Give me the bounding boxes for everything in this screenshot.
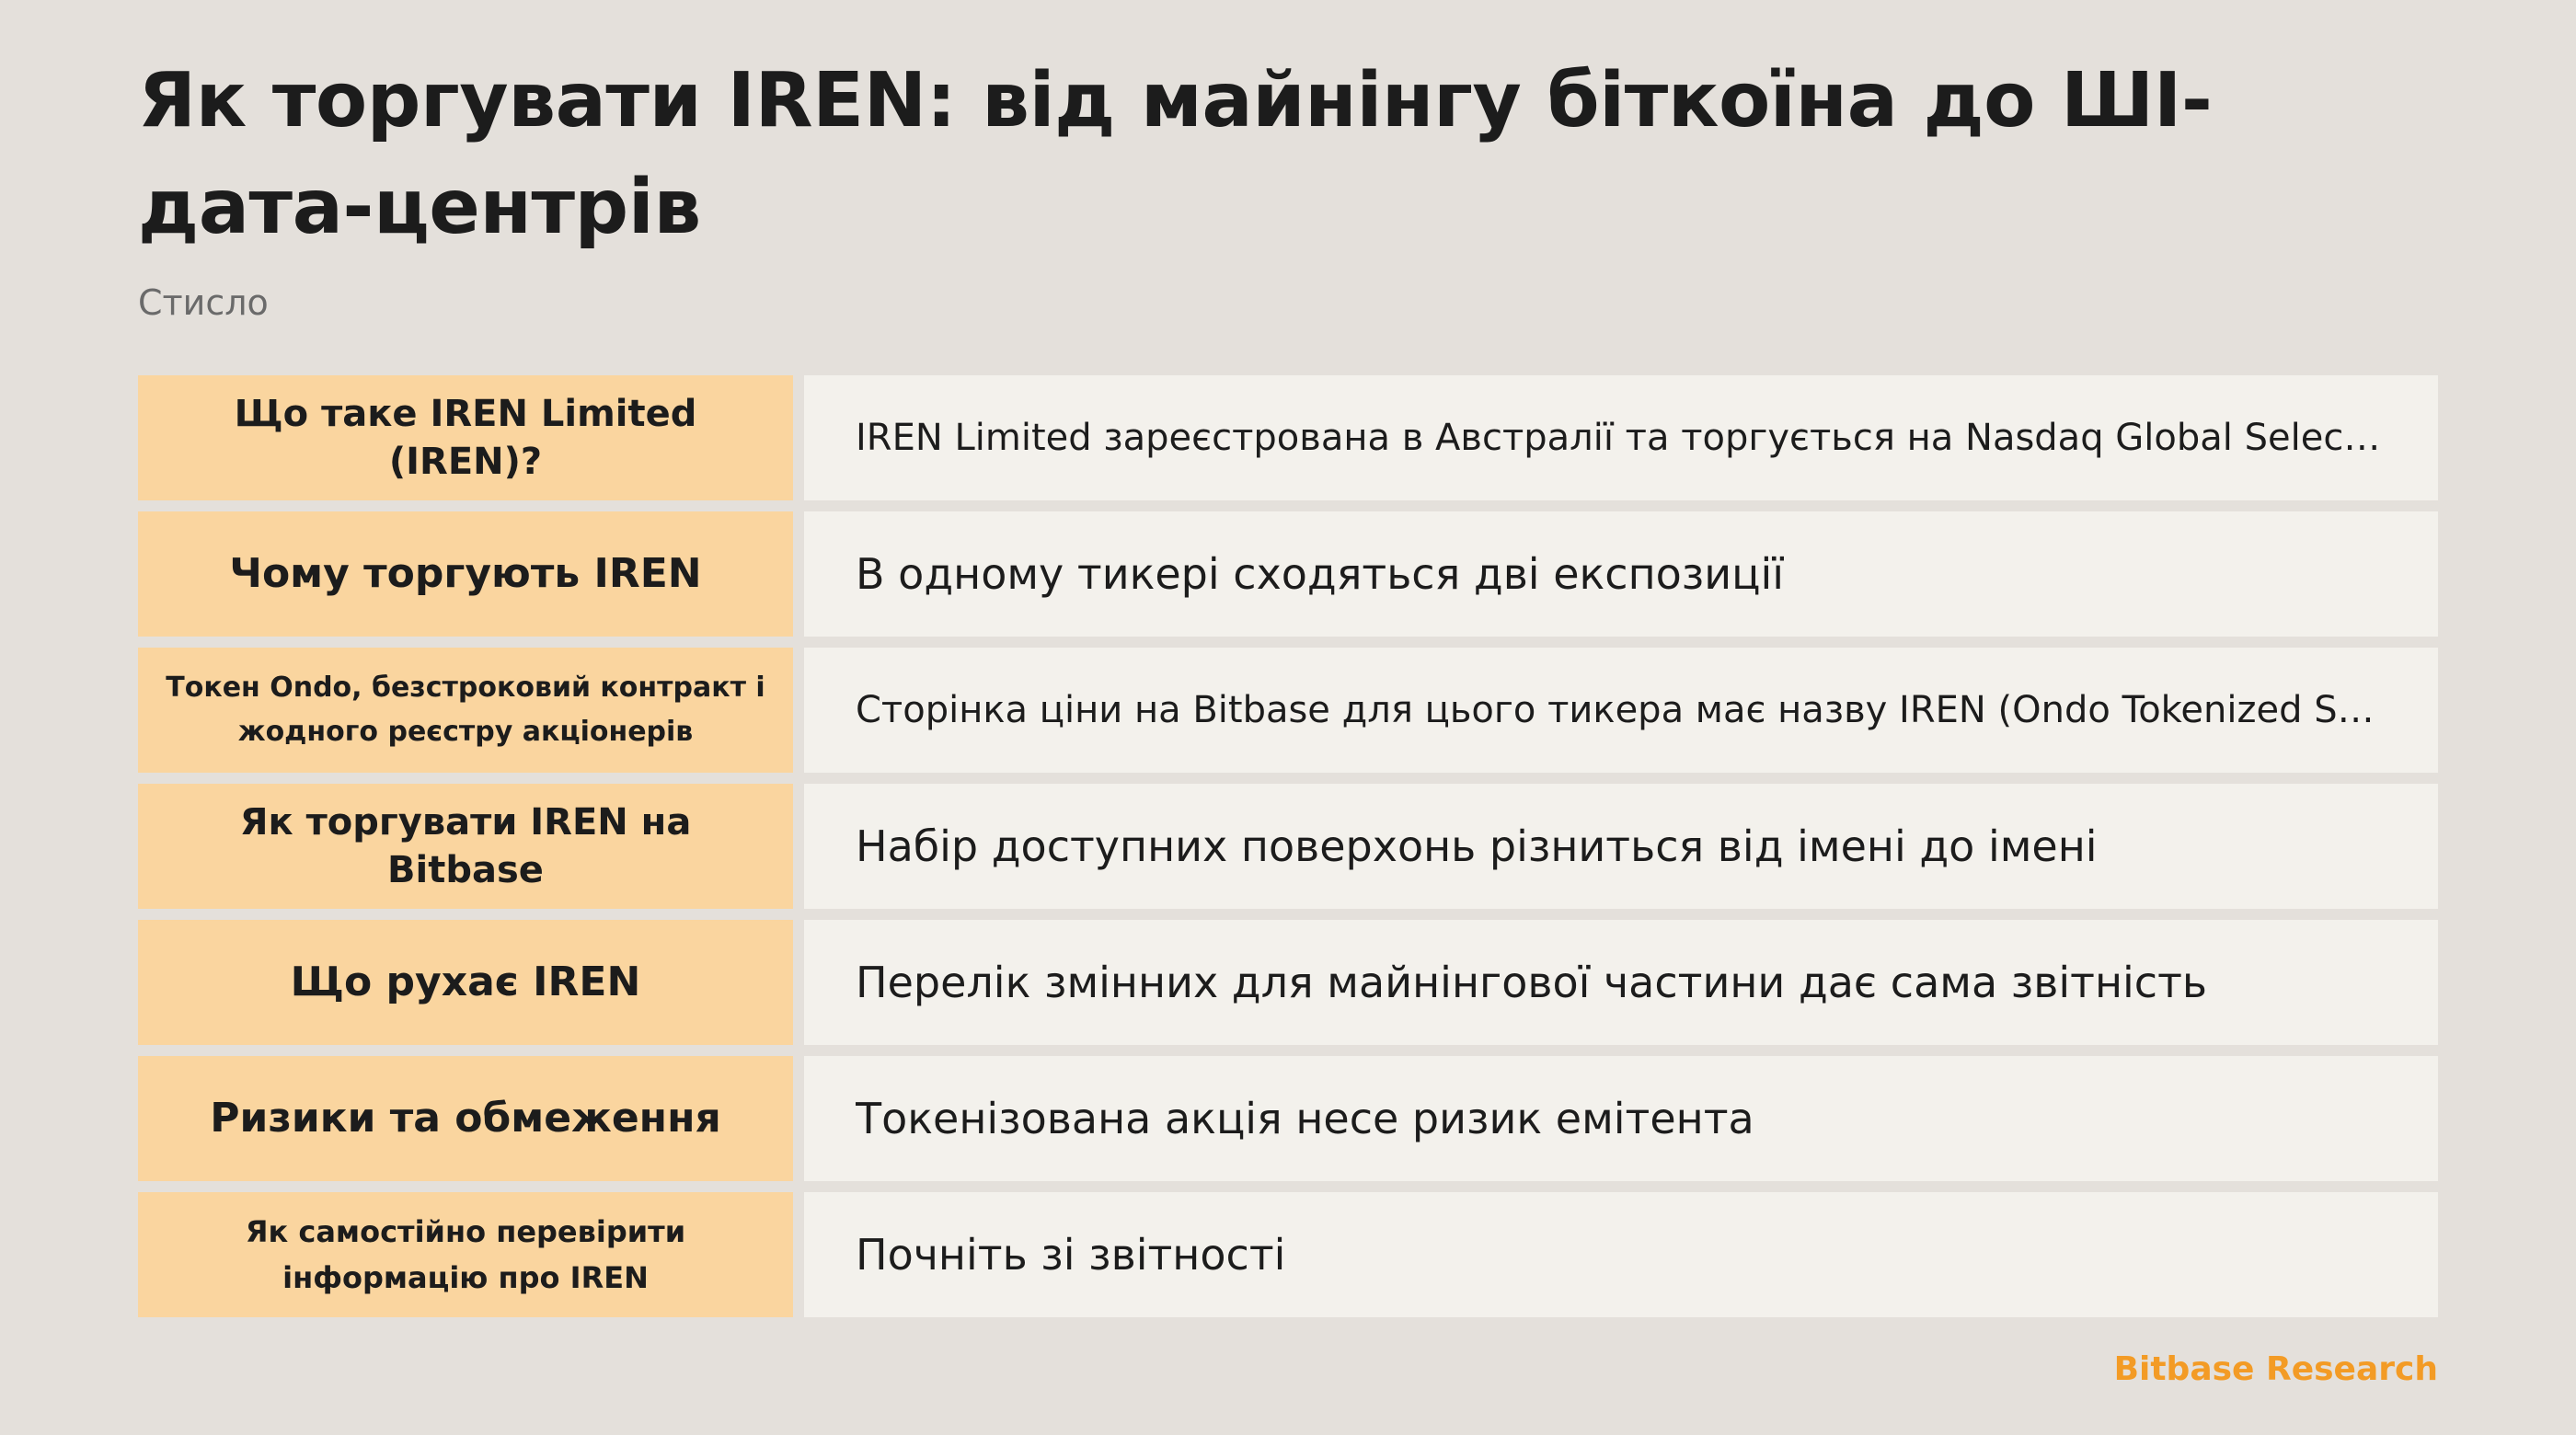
page-subtitle: Стисло [138,282,269,323]
row-value: Почніть зі звітності [804,1192,2438,1317]
row-value-text: Токенізована акція несе ризик емітента [856,1094,1754,1143]
row-value: Перелік змінних для майнінгової частини … [804,920,2438,1045]
row-label: Як самостійно перевірити інформацію про … [138,1192,793,1317]
row-value: В одному тикері сходяться дві експозиції [804,511,2438,637]
row-label: Що таке IREN Limited (IREN)? [138,375,793,500]
slide: Як торгувати IREN: від майнінгу біткоїна… [138,0,2438,1435]
table-row: Як самостійно перевірити інформацію про … [138,1192,2438,1317]
row-label: Токен Ondo, безстроковий контракт і жодн… [138,648,793,773]
table-row: Як торгувати IREN на Bitbase Набір досту… [138,784,2438,909]
table-row: Токен Ondo, безстроковий контракт і жодн… [138,648,2438,773]
summary-table: Що таке IREN Limited (IREN)? IREN Limite… [138,375,2438,1317]
table-row: Що рухає IREN Перелік змінних для майнін… [138,920,2438,1045]
row-value-text: IREN Limited зареєстрована в Австралії т… [856,417,2386,459]
row-value: IREN Limited зареєстрована в Австралії т… [804,375,2438,500]
row-label: Як торгувати IREN на Bitbase [138,784,793,909]
row-value: Токенізована акція несе ризик емітента [804,1056,2438,1181]
row-value-text: Набір доступних поверхонь різниться від … [856,821,2098,871]
table-row: Чому торгують IREN В одному тикері сходя… [138,511,2438,637]
row-value-text: В одному тикері сходяться дві експозиції [856,549,1785,599]
row-value-text: Перелік змінних для майнінгової частини … [856,958,2207,1007]
row-label: Ризики та обмеження [138,1056,793,1181]
table-row: Що таке IREN Limited (IREN)? IREN Limite… [138,375,2438,500]
row-value-text: Почніть зі звітності [856,1230,1286,1280]
brand-footer: Bitbase Research [2113,1350,2438,1388]
row-value: Набір доступних поверхонь різниться від … [804,784,2438,909]
row-value: Сторінка ціни на Bitbase для цього тикер… [804,648,2438,773]
row-value-text: Сторінка ціни на Bitbase для цього тикер… [856,689,2386,731]
page-title: Як торгувати IREN: від майнінгу біткоїна… [138,57,2213,251]
table-row: Ризики та обмеження Токенізована акція н… [138,1056,2438,1181]
row-label: Чому торгують IREN [138,511,793,637]
row-label: Що рухає IREN [138,920,793,1045]
